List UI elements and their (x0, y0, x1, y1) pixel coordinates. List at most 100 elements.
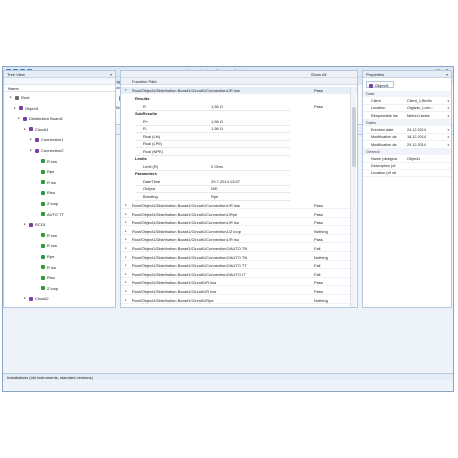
tree-node[interactable]: R iso (36, 179, 56, 186)
dropdown-icon[interactable]: ▾ (447, 113, 449, 120)
tree-node[interactable]: ▸ Connection2 (30, 147, 63, 154)
property-row[interactable]: Description (of (363, 163, 451, 171)
tree-node[interactable]: Riso (36, 189, 55, 196)
tree-node[interactable]: ▸ RCD1 (24, 221, 46, 228)
table-row[interactable]: ▸ Root/Object1/Distribution Board1/Circui… (121, 202, 357, 209)
property-row[interactable]: Erection date 24.12.2014 ▾ (363, 127, 451, 134)
table-row[interactable]: ▸ Root/Object1/Distribution Board1/Circui… (121, 245, 357, 252)
expand-icon[interactable]: ▸ (125, 297, 127, 304)
table-row[interactable]: ▸ Root/Object1/Distribution Board1/Circui… (121, 288, 357, 295)
expand-icon[interactable]: ▸ (30, 136, 33, 143)
collapse-icon[interactable]: ▾ (125, 87, 127, 94)
expand-icon[interactable]: ▸ (125, 228, 127, 235)
dropdown-icon[interactable]: ▾ (447, 127, 449, 134)
tree-node[interactable]: Rpe (36, 168, 54, 175)
expand-icon[interactable]: ▸ (125, 202, 127, 209)
tree-node[interactable]: ▸ Root (10, 94, 29, 101)
dropdown-icon[interactable]: ▾ (447, 105, 449, 112)
tree-node[interactable]: R low (36, 158, 57, 165)
property-row[interactable]: Name (designa Object1 (363, 156, 451, 163)
expand-icon[interactable]: ▸ (125, 236, 127, 243)
property-key: Description (of (371, 164, 396, 169)
table-row[interactable]: ▸ Root/Object1/Distribution Board1/Circui… (121, 254, 357, 261)
table-row[interactable]: ▸ Root/Object1/Distribution Board1/Circui… (121, 228, 357, 235)
show-all-label[interactable]: Show All (311, 71, 326, 78)
property-key: Client (371, 99, 381, 103)
tree-node[interactable]: ▸ Object1 (14, 105, 39, 112)
expand-icon[interactable]: ▸ (125, 211, 127, 218)
expand-icon[interactable]: ▸ (18, 115, 21, 122)
property-row[interactable]: Modification da 29.12.2014 ▾ (363, 142, 451, 149)
tree-node[interactable]: Riso (36, 274, 55, 281)
expand-icon[interactable]: ▸ (24, 126, 27, 133)
vertical-scrollbar[interactable] (350, 87, 356, 307)
tree-node[interactable]: Rpe (36, 253, 54, 260)
property-value[interactable]: Organic_Loch... (407, 105, 447, 112)
expand-icon[interactable]: ▸ (24, 295, 27, 302)
tree-node[interactable]: R low (36, 232, 57, 239)
property-key: Location (371, 106, 386, 111)
tree-node[interactable]: ▸ Connection1 (30, 136, 63, 143)
table-row[interactable]: ▸ Root/Object1/Distribution Board1/Circui… (121, 262, 357, 270)
table-row[interactable]: ▸ Root/Object1/Distribution Board1/Circui… (121, 236, 357, 244)
measurement-icon (41, 201, 45, 206)
detail-value: 2 Ohm (211, 163, 224, 169)
function-path: Root/Object1/Distribution Board1/Circuit… (132, 203, 240, 208)
tree-node[interactable]: R low (36, 242, 57, 249)
tree-toolbar (4, 78, 115, 85)
expand-icon[interactable]: ▸ (125, 219, 127, 226)
property-value[interactable]: Object1 (407, 156, 447, 163)
expand-icon[interactable]: ▸ (24, 221, 27, 228)
tree-node[interactable]: ▸ Circuit2 (24, 295, 49, 302)
table-row[interactable]: ▸ Root/Object1/Distribution Board1/Circui… (121, 271, 357, 278)
expand-icon[interactable]: ▸ (125, 254, 127, 261)
tree-node[interactable]: AUTO TT (36, 211, 64, 218)
table-row[interactable]: ▾ Root/Object1/Distribution Board1/Circui… (121, 87, 357, 94)
function-path-column[interactable]: Function Path (132, 78, 157, 85)
expand-icon[interactable]: ▸ (125, 288, 127, 295)
property-row[interactable]: Responsible ins Metrel,Llanes ▾ (363, 113, 451, 120)
detail-label: Bonding (143, 193, 158, 199)
property-value[interactable]: 29.12.2014 (407, 142, 447, 149)
dropdown-icon[interactable]: ▾ (447, 134, 449, 141)
object-selector[interactable]: Object1 (366, 81, 394, 88)
property-row[interactable]: Location Organic_Loch... ▾ (363, 105, 451, 113)
table-row[interactable]: ▸ Root/Object1/Distribution Board1/Circui… (121, 211, 357, 218)
tree-node[interactable]: R iso (36, 264, 56, 271)
dropdown-icon[interactable]: ▾ (447, 142, 449, 149)
property-value[interactable]: 24.12.2014 (407, 127, 447, 134)
pin-icon[interactable]: ▾ (110, 71, 112, 78)
expand-icon[interactable]: ▸ (125, 262, 127, 269)
tree-node[interactable]: Z loop (36, 200, 58, 207)
detail-label: Rcal (Lfx) (143, 133, 161, 139)
property-category[interactable]: Dates (363, 119, 451, 126)
expand-icon[interactable]: ▸ (10, 94, 13, 101)
property-category[interactable]: General (363, 148, 451, 155)
expand-icon[interactable]: ▸ (125, 271, 127, 278)
tree-node[interactable]: ▸ Circuit1 (24, 126, 49, 133)
property-row[interactable]: Client Client_1,Berlin ▾ (363, 98, 451, 105)
expand-icon[interactable]: ▸ (14, 105, 17, 112)
table-row[interactable]: ▸ Root/Object1/Distribution Board1/Circui… (121, 219, 357, 227)
property-value[interactable]: 18.12.2014 (407, 134, 447, 141)
tree-node[interactable]: Z loop (36, 285, 58, 292)
pin-icon[interactable]: ▾ (446, 71, 448, 78)
table-row[interactable]: ▸ Root/Object1/Distribution Board1/Circui… (121, 297, 357, 304)
scrollbar-thumb[interactable] (352, 107, 356, 167)
property-category[interactable]: Data (363, 91, 451, 97)
function-path: Root/Object1/Distribution Board1/Circuit… (132, 263, 247, 269)
detail-value: 1,56 Ω (211, 118, 223, 124)
expand-icon[interactable]: ▸ (125, 279, 127, 286)
dropdown-icon[interactable]: ▾ (447, 98, 449, 105)
grid-line (135, 154, 290, 156)
table-row[interactable]: ▸ Root/Object1/Distribution Board1/Circui… (121, 279, 357, 287)
object-name: Object1 (375, 83, 389, 88)
expand-icon[interactable]: ▸ (30, 147, 33, 154)
property-row[interactable]: Location (of ob (363, 170, 451, 178)
property-value[interactable]: Metrel,Llanes (407, 113, 447, 120)
expand-icon[interactable]: ▸ (125, 245, 127, 252)
grid-line (135, 109, 290, 111)
property-row[interactable]: Modification da 18.12.2014 ▾ (363, 134, 451, 142)
property-value[interactable]: Client_1,Berlin (407, 98, 447, 105)
tree-node[interactable]: ▸ Distribution Board1 (18, 115, 63, 122)
